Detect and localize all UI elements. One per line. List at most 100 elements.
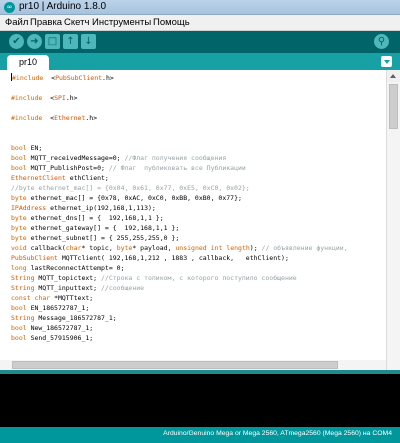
code-line[interactable]: byte ethernet_mac[] = {0x78, 0xAC, 0xC0,… bbox=[11, 193, 383, 203]
code-token: String bbox=[11, 274, 35, 282]
title-bar: ∞ pr10 | Arduino 1.8.0 bbox=[0, 0, 400, 15]
menu-tools[interactable]: Инструменты bbox=[92, 17, 151, 28]
code-line[interactable]: bool Send_57915906_1; bbox=[11, 333, 383, 343]
code-token: New_186572787_1; bbox=[26, 324, 94, 332]
code-line[interactable]: byte ethernet_gateway[] = { 192,168,1,1 … bbox=[11, 223, 383, 233]
tab-pr10[interactable]: pr10 bbox=[7, 55, 49, 70]
code-line[interactable]: IPAddress ethernet_ip(192,168,1,113); bbox=[11, 203, 383, 213]
horizontal-scrollbar[interactable] bbox=[0, 360, 386, 370]
code-line[interactable]: #include <SPI.h> bbox=[11, 93, 383, 103]
code-editor[interactable]: #include <PubSubClient.h> #include <SPI.… bbox=[0, 70, 400, 370]
code-line[interactable]: #include <Ethernet.h> bbox=[11, 113, 383, 123]
code-token: < bbox=[43, 74, 56, 82]
code-token: ethernet_mac[] = {0x78, 0xAC, 0xC0, 0xBB… bbox=[26, 194, 242, 202]
verify-button[interactable]: ✔ bbox=[9, 34, 24, 49]
code-line[interactable]: //byte ethernet_mac[] = {0x04, 0x61, 0x7… bbox=[11, 183, 383, 193]
code-line[interactable]: bool New_186572787_1; bbox=[11, 323, 383, 333]
code-token: // Флаг публиковать все Публикации bbox=[108, 164, 246, 172]
code-token: MQTT_topictext; bbox=[34, 274, 102, 282]
toolbar: ✔ ➜ □ ↑ ↓ ⚲ bbox=[0, 31, 400, 53]
code-line[interactable]: long lastReconnectAttempt= 0; bbox=[11, 263, 383, 273]
code-line[interactable]: byte ethernet_subnet[] = { 255,255,255,0… bbox=[11, 233, 383, 243]
open-button[interactable]: ↑ bbox=[63, 34, 78, 49]
code-line[interactable]: String Message_186572787_1; bbox=[11, 313, 383, 323]
code-token: MQTTclient( 192,168,1,212 , 1883 , callb… bbox=[57, 254, 289, 262]
code-token: #include bbox=[11, 94, 43, 102]
horizontal-scrollbar-thumb[interactable] bbox=[12, 361, 338, 369]
code-token: #include bbox=[12, 74, 44, 82]
code-line[interactable] bbox=[11, 83, 383, 93]
code-line[interactable]: bool MQTT_receivedMessage=0; //Флаг полу… bbox=[11, 153, 383, 163]
code-token: .h> bbox=[85, 114, 98, 122]
code-token: bool bbox=[11, 304, 27, 312]
arduino-logo-icon: ∞ bbox=[4, 2, 15, 13]
upload-button[interactable]: ➜ bbox=[27, 34, 42, 49]
code-token: callback( bbox=[26, 244, 66, 252]
tab-bar: pr10 bbox=[0, 53, 400, 70]
code-token: byte bbox=[11, 214, 27, 222]
board-port-info: Arduino/Genuino Mega or Mega 2560, ATmeg… bbox=[163, 430, 392, 437]
code-token: int bbox=[210, 244, 223, 252]
code-line[interactable] bbox=[11, 123, 383, 133]
code-line[interactable]: String MQTT_topictext; //Строка с топико… bbox=[11, 273, 383, 283]
code-token: PubSubClient bbox=[11, 254, 58, 262]
code-token: //сообщение bbox=[101, 284, 145, 292]
code-token: IPAddress bbox=[11, 204, 47, 212]
code-token: #include bbox=[11, 114, 43, 122]
menu-edit[interactable]: Правка bbox=[30, 17, 62, 28]
code-token: void bbox=[11, 244, 27, 252]
code-line[interactable]: String MQTT_inputtext; //сообщение bbox=[11, 283, 383, 293]
output-console bbox=[0, 374, 400, 427]
code-token: Message_186572787_1; bbox=[34, 314, 117, 322]
code-token: String bbox=[11, 284, 35, 292]
serial-monitor-button[interactable]: ⚲ bbox=[374, 34, 389, 49]
vertical-scrollbar[interactable] bbox=[386, 70, 400, 370]
code-token: MQTT_inputtext; bbox=[34, 284, 102, 292]
code-token: EthernetClient bbox=[11, 174, 66, 182]
code-token: long bbox=[11, 264, 27, 272]
code-line[interactable] bbox=[11, 133, 383, 143]
menu-help[interactable]: Помощь bbox=[153, 17, 190, 28]
code-token: unsigned bbox=[175, 244, 207, 252]
vertical-scrollbar-thumb[interactable] bbox=[389, 84, 398, 129]
code-token: length bbox=[226, 244, 250, 252]
menu-file[interactable]: Файл bbox=[5, 17, 28, 28]
menu-bar: Файл Правка Скетч Инструменты Помощь bbox=[0, 15, 400, 31]
code-token: //Строка с топиком, с которого поступило… bbox=[101, 274, 297, 282]
code-line[interactable]: byte ethernet_dns[] = { 192,168,1,1 }; bbox=[11, 213, 383, 223]
new-button[interactable]: □ bbox=[45, 34, 60, 49]
code-token: byte bbox=[11, 234, 27, 242]
code-line[interactable]: bool MQTT_PublishPost=0; // Флаг публико… bbox=[11, 163, 383, 173]
code-token: < bbox=[42, 114, 55, 122]
scroll-up-arrow-icon[interactable] bbox=[387, 70, 400, 82]
code-token: .h> bbox=[65, 94, 78, 102]
code-token: EN_186572787_1; bbox=[26, 304, 90, 312]
menu-sketch[interactable]: Скетч bbox=[64, 17, 89, 28]
code-token: char bbox=[34, 294, 51, 302]
code-line[interactable]: bool EN; bbox=[11, 143, 383, 153]
save-button[interactable]: ↓ bbox=[81, 34, 96, 49]
code-token: const bbox=[11, 294, 31, 302]
code-line[interactable]: #include <PubSubClient.h> bbox=[11, 73, 383, 83]
code-token: bool bbox=[11, 324, 27, 332]
code-token: Ethernet bbox=[54, 114, 86, 122]
code-token: *MQTTtext; bbox=[50, 294, 94, 302]
code-token: // объявление функции, bbox=[261, 244, 348, 252]
code-token: * payload, bbox=[132, 244, 176, 252]
code-line[interactable]: const char *MQTTtext; bbox=[11, 293, 383, 303]
code-token: ethernet_subnet[] = { 255,255,255,0 }; bbox=[26, 234, 180, 242]
code-token: PubSubClient bbox=[55, 74, 103, 82]
code-text[interactable]: #include <PubSubClient.h> #include <SPI.… bbox=[11, 73, 383, 343]
code-token: ); bbox=[249, 244, 262, 252]
code-line[interactable]: EthernetClient ethClient; bbox=[11, 173, 383, 183]
code-token: ethernet_gateway[] = { 192,168,1,1 }; bbox=[26, 224, 180, 232]
tab-menu-chevron-icon[interactable] bbox=[381, 56, 392, 67]
code-line[interactable]: bool EN_186572787_1; bbox=[11, 303, 383, 313]
code-line[interactable] bbox=[11, 103, 383, 113]
code-token: bool bbox=[11, 164, 27, 172]
code-token: String bbox=[11, 314, 35, 322]
code-token: < bbox=[42, 94, 55, 102]
code-line[interactable]: void callback(char* topic, byte* payload… bbox=[11, 243, 383, 253]
code-line[interactable]: PubSubClient MQTTclient( 192,168,1,212 ,… bbox=[11, 253, 383, 263]
code-token: bool bbox=[11, 144, 27, 152]
